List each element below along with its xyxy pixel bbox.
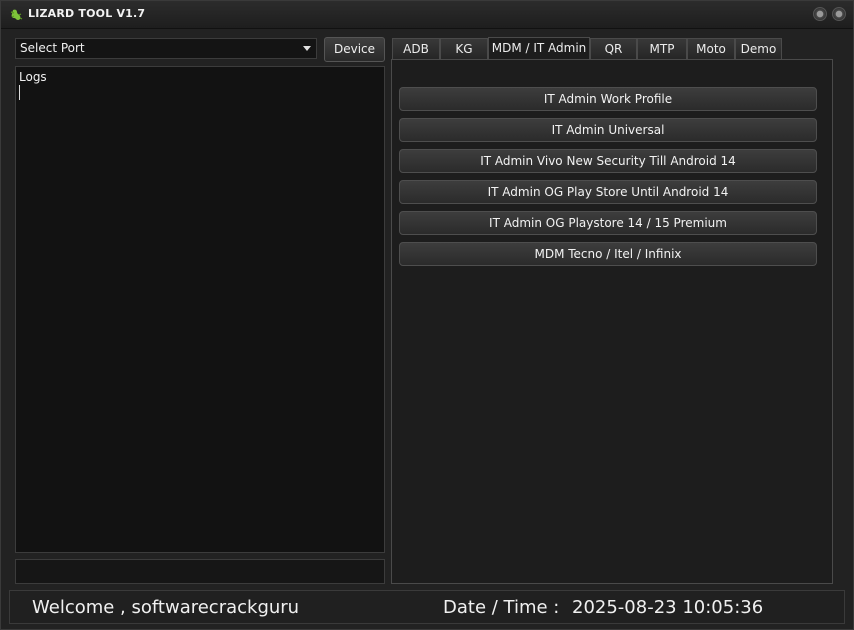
device-button[interactable]: Device bbox=[324, 37, 385, 62]
tab-demo[interactable]: Demo bbox=[735, 38, 782, 59]
tab-mtp[interactable]: MTP bbox=[637, 38, 687, 59]
port-select[interactable]: Select Port bbox=[15, 38, 317, 59]
datetime-label: Date / Time : bbox=[443, 597, 560, 618]
app-window: LIZARD TOOL V1.7 Select Port Device Logs… bbox=[0, 0, 854, 630]
logs-textarea[interactable]: Logs bbox=[15, 66, 385, 553]
text-caret bbox=[19, 85, 20, 100]
mdm-tecno-itel-infinix-button[interactable]: MDM Tecno / Itel / Infinix bbox=[399, 242, 817, 266]
welcome-text: Welcome , softwarecrackguru bbox=[32, 597, 300, 618]
status-bar: Welcome , softwarecrackguru Date / Time … bbox=[9, 590, 845, 624]
it-admin-og-playstore-premium-button[interactable]: IT Admin OG Playstore 14 / 15 Premium bbox=[399, 211, 817, 235]
lizard-icon bbox=[10, 9, 23, 20]
tab-mdm-it-admin[interactable]: MDM / IT Admin bbox=[488, 37, 590, 59]
close-icon[interactable] bbox=[832, 7, 846, 21]
it-admin-vivo-button[interactable]: IT Admin Vivo New Security Till Android … bbox=[399, 149, 817, 173]
tab-kg[interactable]: KG bbox=[440, 38, 488, 59]
logs-label: Logs bbox=[19, 70, 47, 84]
tab-moto[interactable]: Moto bbox=[687, 38, 735, 59]
window-title: LIZARD TOOL V1.7 bbox=[28, 7, 146, 20]
datetime-value: 2025-08-23 10:05:36 bbox=[572, 597, 764, 618]
title-bar[interactable]: LIZARD TOOL V1.7 bbox=[1, 1, 853, 29]
it-admin-universal-button[interactable]: IT Admin Universal bbox=[399, 118, 817, 142]
it-admin-og-play-store-button[interactable]: IT Admin OG Play Store Until Android 14 bbox=[399, 180, 817, 204]
port-select-value: Select Port bbox=[20, 41, 85, 55]
tab-adb[interactable]: ADB bbox=[392, 38, 440, 59]
minimize-icon[interactable] bbox=[813, 7, 827, 21]
mdm-it-admin-panel: IT Admin Work Profile IT Admin Universal… bbox=[391, 59, 833, 584]
progress-bar bbox=[15, 559, 385, 584]
it-admin-work-profile-button[interactable]: IT Admin Work Profile bbox=[399, 87, 817, 111]
chevron-down-icon[interactable] bbox=[303, 46, 311, 51]
tab-qr[interactable]: QR bbox=[590, 38, 637, 59]
